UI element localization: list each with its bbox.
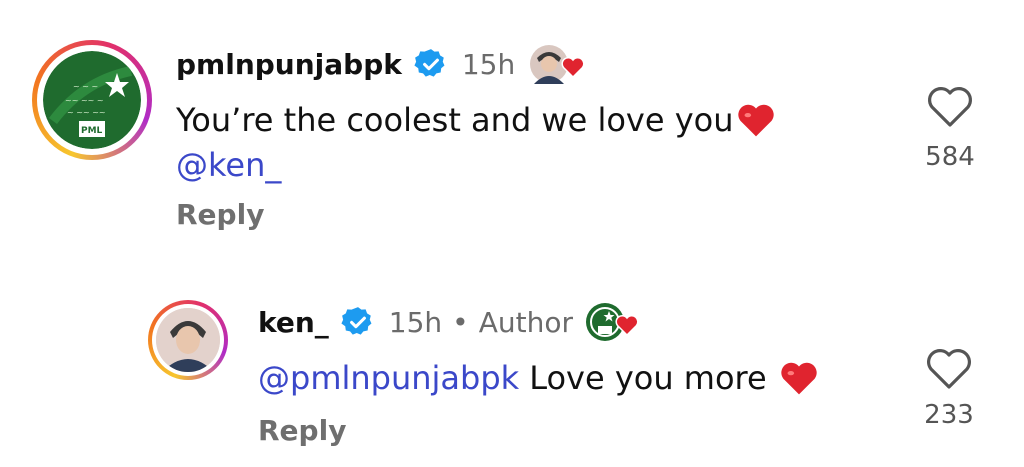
- reply-button[interactable]: Reply: [176, 198, 264, 231]
- reply-button[interactable]: Reply: [258, 414, 346, 447]
- verified-badge-icon: [341, 307, 372, 335]
- timestamp: 15h: [461, 47, 516, 81]
- comment-body: You’re the coolest and we love you: [176, 101, 734, 139]
- username[interactable]: ken_: [258, 306, 329, 339]
- like-heart-icon[interactable]: [924, 346, 974, 390]
- author-label: Author: [478, 305, 573, 339]
- timestamp: 15h: [388, 305, 443, 339]
- avatar[interactable]: ~ ~ ~ ~~ ~~ ~ ~ ~~ ~~ PML: [32, 40, 152, 160]
- mention-link[interactable]: @pmlnpunjabpk: [258, 359, 519, 397]
- heart-icon: [615, 314, 639, 336]
- svg-text:~~ ~~ ~: ~~ ~~ ~: [65, 96, 104, 105]
- pml-logo-icon: ~ ~ ~ ~~ ~~ ~ ~ ~~ ~~ PML: [43, 51, 141, 149]
- avatar[interactable]: [148, 300, 228, 380]
- ken-avatar-icon: [156, 308, 220, 372]
- svg-text:~ ~ ~: ~ ~ ~: [73, 82, 98, 91]
- liked-by-author-avatar: [585, 302, 641, 342]
- svg-text:~ ~~ ~~: ~ ~~ ~~: [67, 108, 106, 117]
- red-heart-emoji-icon: [737, 104, 774, 137]
- verified-badge-icon: [414, 49, 445, 77]
- comment-header: ken_ 15h • Author: [258, 302, 641, 342]
- red-heart-emoji-icon: [781, 362, 817, 395]
- comment-item: ~ ~ ~ ~~ ~~ ~ ~ ~~ ~~ PML pmlnpunjabpk 1…: [0, 0, 1024, 250]
- mention-link[interactable]: @ken_: [176, 144, 281, 186]
- comment-body: Love you more: [529, 359, 767, 397]
- like-count: 584: [925, 142, 975, 172]
- reply-item: ken_ 15h • Author @pmlnpunjabpk Love you…: [0, 280, 1024, 467]
- like-heart-icon[interactable]: [925, 84, 975, 128]
- liked-by-author-avatar: [529, 44, 585, 84]
- username[interactable]: pmlnpunjabpk: [176, 48, 402, 81]
- heart-icon: [561, 56, 585, 78]
- comment-text: @pmlnpunjabpk Love you more: [258, 356, 819, 400]
- svg-text:PML: PML: [81, 126, 103, 136]
- comment-text: You’re the coolest and we love you: [176, 98, 776, 142]
- comment-header: pmlnpunjabpk 15h: [176, 44, 585, 84]
- separator-dot: •: [452, 305, 469, 339]
- like-count: 233: [924, 400, 974, 430]
